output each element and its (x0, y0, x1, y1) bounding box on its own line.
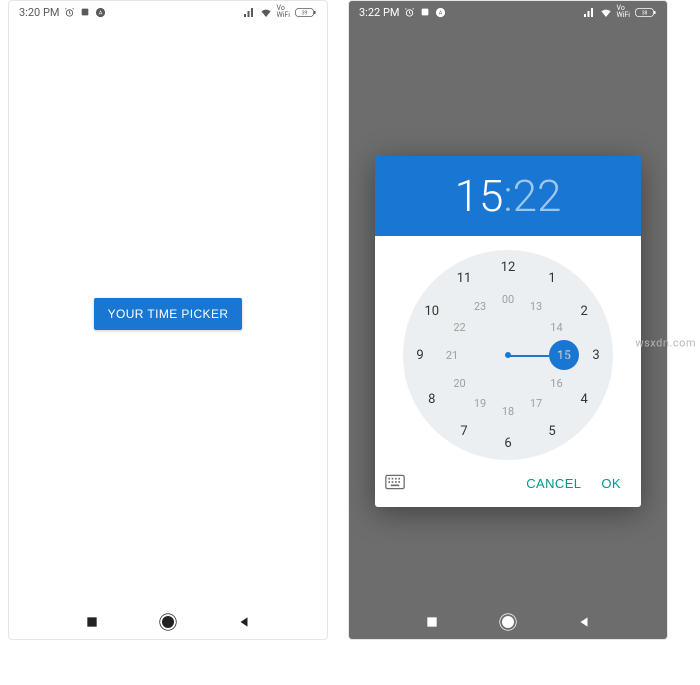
clock-hour-12[interactable]: 12 (497, 256, 519, 278)
nav-home-icon[interactable] (159, 613, 177, 631)
watermark: wsxdn.com (635, 336, 696, 349)
svg-text:39: 39 (302, 10, 308, 16)
selected-minute[interactable]: 22 (513, 170, 562, 222)
clock-face[interactable]: 15 1212345678910110013141516171819202122… (403, 250, 613, 460)
alarm-icon (64, 7, 75, 18)
svg-text:A: A (99, 10, 103, 16)
nav-bar (9, 605, 327, 639)
status-time: 3:20 PM (19, 6, 59, 19)
screen-content: YOUR TIME PICKER (9, 23, 327, 605)
nav-recent-icon[interactable] (85, 615, 99, 629)
keyboard-icon[interactable] (385, 474, 405, 494)
clock-hour-9[interactable]: 9 (409, 344, 431, 366)
clock-hour-14[interactable]: 14 (545, 316, 567, 338)
clock-hour-17[interactable]: 17 (525, 392, 547, 414)
nav-back-icon[interactable] (237, 615, 251, 629)
circle-a-icon: A (435, 7, 446, 18)
clock-hour-8[interactable]: 8 (421, 388, 443, 410)
clock-hour-10[interactable]: 10 (421, 300, 443, 322)
clock-hour-20[interactable]: 20 (449, 372, 471, 394)
alarm-icon (404, 7, 415, 18)
dialog-header: 15:22 (375, 156, 641, 236)
svg-text:A: A (439, 10, 443, 16)
clock-center-icon (505, 352, 511, 358)
clock-hour-3[interactable]: 3 (585, 344, 607, 366)
clock-hour-15[interactable]: 15 (553, 344, 575, 366)
time-colon: : (503, 170, 512, 222)
battery-icon: 39 (295, 7, 317, 18)
clock-hour-13[interactable]: 13 (525, 296, 547, 318)
square-icon (80, 7, 90, 17)
clock-hour-4[interactable]: 4 (573, 388, 595, 410)
nav-home-icon[interactable] (499, 613, 517, 631)
selected-hour[interactable]: 15 (455, 170, 504, 222)
status-time: 3:22 PM (359, 6, 399, 19)
battery-icon: 38 (635, 7, 657, 18)
your-time-picker-button[interactable]: YOUR TIME PICKER (94, 298, 243, 330)
nav-recent-icon[interactable] (425, 615, 439, 629)
clock-hour-2[interactable]: 2 (573, 300, 595, 322)
clock-hour-22[interactable]: 22 (449, 316, 471, 338)
phone-right: 3:22 PM A VoWiFi (348, 0, 668, 640)
ok-button[interactable]: OK (591, 470, 631, 497)
vowifi-icon: VoWiFi (277, 5, 290, 19)
wifi-icon (600, 7, 612, 17)
cancel-button[interactable]: CANCEL (516, 470, 591, 497)
vowifi-icon: VoWiFi (617, 5, 630, 19)
clock-hour-16[interactable]: 16 (545, 372, 567, 394)
wifi-icon (260, 7, 272, 17)
clock-hour-1[interactable]: 1 (541, 268, 563, 290)
nav-back-icon[interactable] (577, 615, 591, 629)
clock-hour-19[interactable]: 19 (469, 392, 491, 414)
clock-hour-11[interactable]: 11 (453, 268, 475, 290)
status-bar: 3:22 PM A VoWiFi (349, 1, 667, 23)
clock-hour-21[interactable]: 21 (441, 344, 463, 366)
clock-hour-5[interactable]: 5 (541, 420, 563, 442)
status-bar: 3:20 PM A VoWiFi (9, 1, 327, 23)
clock-hour-00[interactable]: 00 (497, 288, 519, 310)
square-icon (420, 7, 430, 17)
clock-hour-6[interactable]: 6 (497, 432, 519, 454)
clock-hand (508, 355, 549, 357)
svg-text:38: 38 (642, 10, 648, 16)
nav-bar (349, 605, 667, 639)
signal-icon (243, 7, 255, 17)
circle-a-icon: A (95, 7, 106, 18)
clock-hour-7[interactable]: 7 (453, 420, 475, 442)
clock-hour-18[interactable]: 18 (497, 400, 519, 422)
clock-hour-23[interactable]: 23 (469, 296, 491, 318)
phone-left: 3:20 PM A VoWiFi (8, 0, 328, 640)
time-picker-dialog: 15:22 15 1212345678910110013141516171819… (375, 156, 641, 507)
signal-icon (583, 7, 595, 17)
